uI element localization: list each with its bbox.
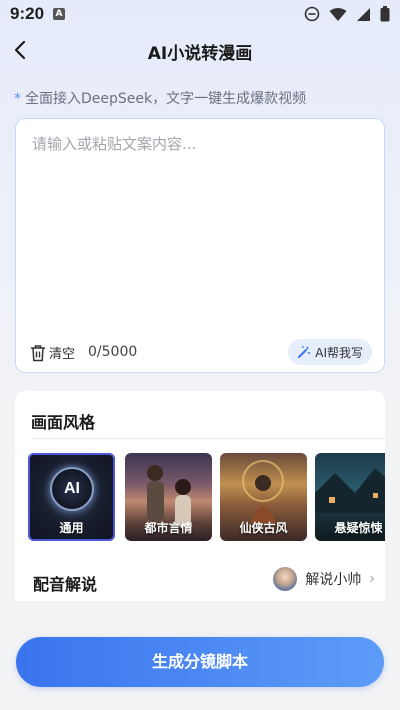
char-count: 0/5000 [88,344,138,360]
battery-icon [380,6,390,22]
style-option-urban-romance[interactable]: 都市言情 [125,453,212,541]
style-label: 仙侠古风 [239,521,288,535]
wifi-icon [329,7,347,21]
tip-text: 全面接入DeepSeek，文字一键生成爆款视频 [25,91,307,107]
status-icons [304,6,390,22]
ai-write-label: AI帮我写 [315,345,363,360]
status-bar: 9:20 A [0,0,400,30]
generate-storyboard-button[interactable]: 生成分镜脚本 [16,637,384,687]
chevron-right-icon: › [369,571,375,587]
status-time: 9:20 [10,4,45,23]
notification-icon: A [53,8,65,20]
style-option-suspense[interactable]: 悬疑惊悚 [315,453,385,541]
content-input[interactable] [32,133,368,323]
ai-write-button[interactable]: AI帮我写 [288,339,372,365]
narrator-selector[interactable]: 解说小帅 › [273,567,375,591]
narrator-name: 解说小帅 [305,572,362,588]
style-card: 画面风格 AI 通用 都市言情 仙侠古风 悬疑惊悚 配音解说 解说小帅 › [15,391,385,601]
magic-wand-icon [298,346,311,358]
style-label: 都市言情 [144,521,193,535]
feature-tip: * 全面接入DeepSeek，文字一键生成爆款视频 [14,88,306,108]
signal-icon [357,7,370,21]
style-option-general[interactable]: AI 通用 [28,453,115,541]
style-section-title: 画面风格 [31,413,96,432]
header: AI小说转漫画 [0,32,400,68]
divider [31,438,385,439]
do-not-disturb-icon [304,6,320,22]
style-thumbnail-row[interactable]: AI 通用 都市言情 仙侠古风 悬疑惊悚 [28,453,385,543]
dubbing-title: 配音解说 [33,575,98,594]
style-label: 悬疑惊悚 [334,521,383,535]
page-title: AI小说转漫画 [147,44,253,64]
avatar [273,567,298,591]
style-option-xianxia[interactable]: 仙侠古风 [220,453,307,541]
clear-button[interactable]: 清空 [30,343,75,362]
trash-icon [30,344,46,361]
style-label: 通用 [59,521,84,535]
clear-label: 清空 [49,347,76,362]
tip-marker: * [14,91,21,107]
text-input-card: 清空 0/5000 AI帮我写 [15,118,385,373]
ai-badge: AI [50,467,94,511]
dubbing-row: 配音解说 解说小帅 › [31,567,375,595]
